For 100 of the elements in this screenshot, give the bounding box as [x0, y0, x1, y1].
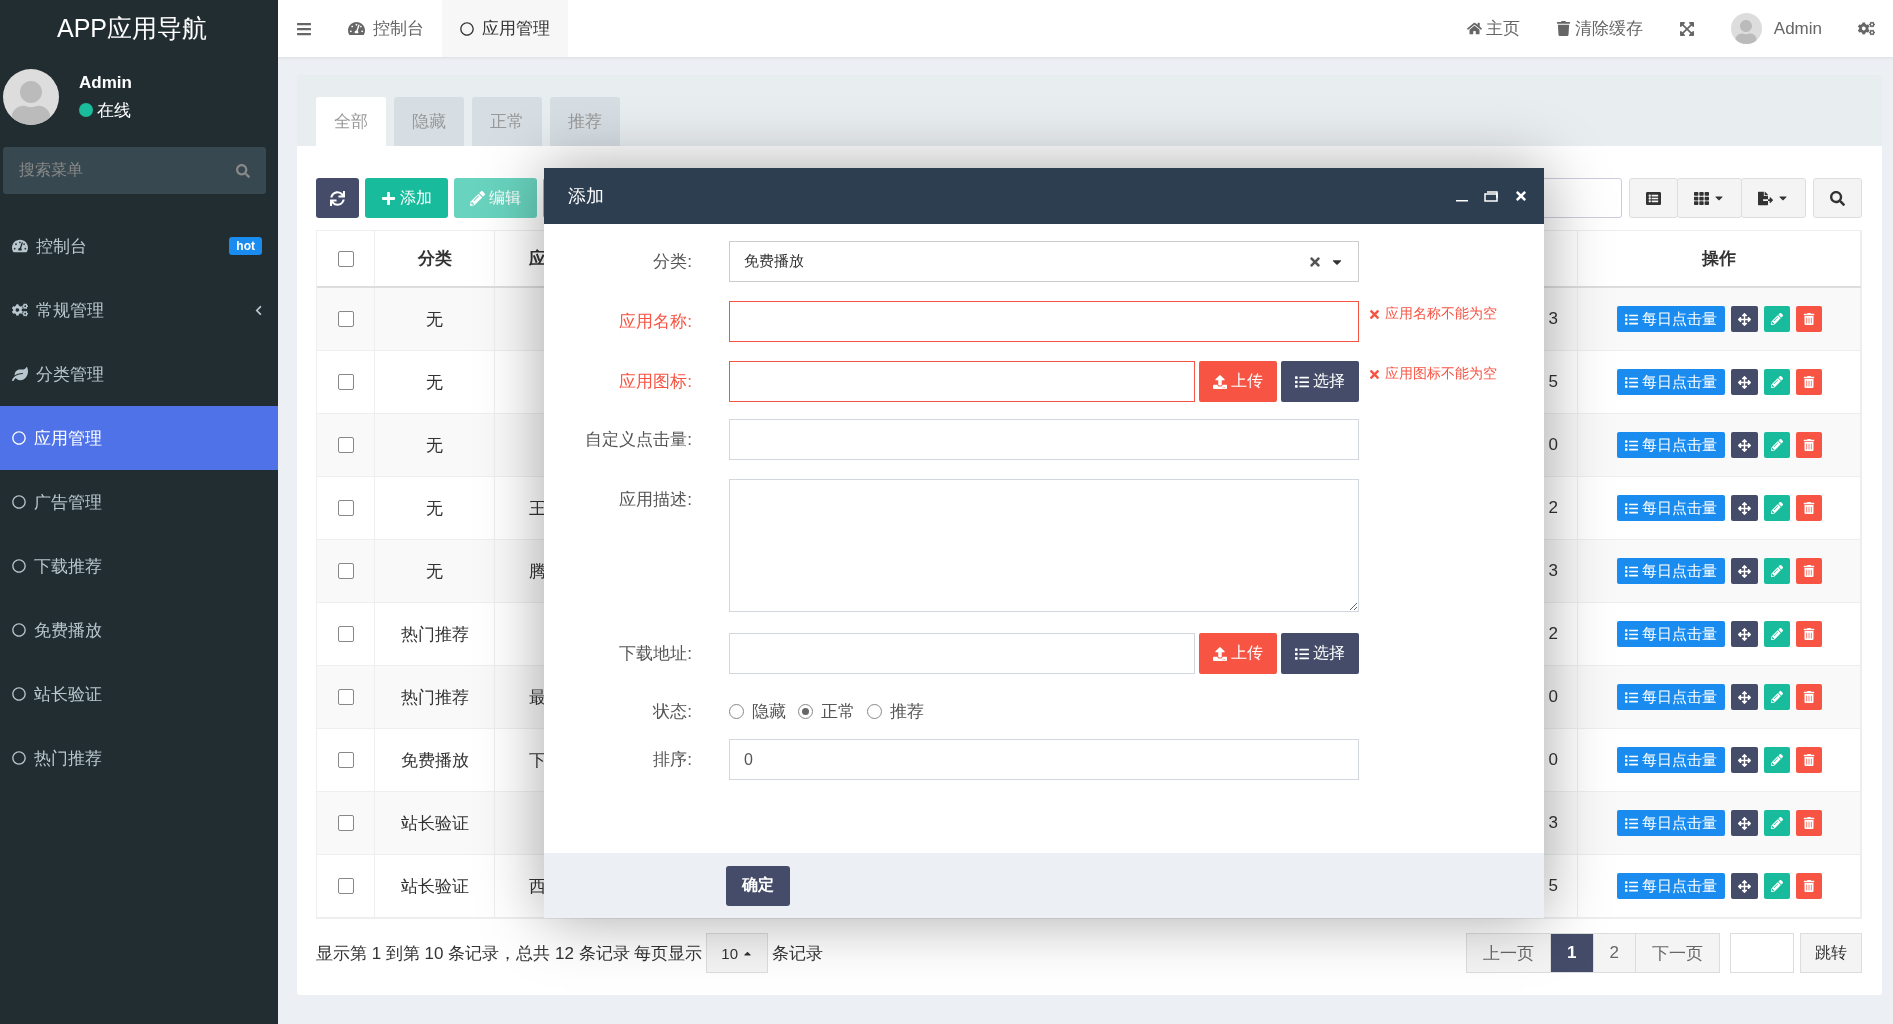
confirm-button[interactable]: 确定 — [726, 865, 790, 906]
nav-link[interactable]: 主页 — [1448, 0, 1538, 57]
checkbox[interactable] — [337, 626, 354, 642]
refresh-button[interactable] — [316, 178, 359, 218]
upload-button[interactable]: 上传 — [1199, 633, 1277, 674]
daily-clicks-button[interactable]: 每日点击量 — [1616, 558, 1725, 584]
sidebar-item[interactable]: 控制台 hot — [0, 214, 278, 278]
delete-button[interactable] — [1795, 873, 1822, 899]
radio-option[interactable]: 推荐 — [867, 700, 924, 723]
input-field[interactable] — [729, 301, 1359, 342]
move-button[interactable] — [1730, 621, 1758, 647]
daily-clicks-button[interactable]: 每日点击量 — [1616, 684, 1725, 710]
edit-button[interactable] — [1763, 810, 1790, 836]
move-button[interactable] — [1730, 369, 1758, 395]
edit-button[interactable] — [1763, 306, 1790, 332]
edit-button[interactable] — [1763, 873, 1790, 899]
daily-clicks-button[interactable]: 每日点击量 — [1616, 747, 1725, 773]
move-button[interactable] — [1730, 810, 1758, 836]
input-field[interactable] — [729, 361, 1195, 402]
checkbox[interactable] — [337, 878, 354, 894]
nav-link[interactable]: 清除缓存 — [1537, 0, 1661, 57]
menu-icon[interactable] — [296, 20, 312, 37]
delete-button[interactable] — [1795, 747, 1822, 773]
sidebar-item[interactable]: 热门推荐 — [0, 726, 278, 790]
daily-clicks-button[interactable]: 每日点击量 — [1616, 432, 1725, 458]
checkbox[interactable] — [337, 689, 354, 705]
sidebar-item[interactable]: 广告管理 — [0, 470, 278, 534]
checkbox[interactable] — [337, 437, 354, 453]
checkbox[interactable] — [337, 500, 354, 516]
input-field[interactable]: 0 — [729, 739, 1359, 780]
delete-button[interactable] — [1795, 558, 1822, 584]
daily-clicks-button[interactable]: 每日点击量 — [1616, 306, 1725, 332]
choose-button[interactable]: 选择 — [1281, 361, 1359, 402]
checkbox[interactable] — [337, 250, 354, 267]
checkbox[interactable] — [337, 374, 354, 390]
columns-button[interactable] — [1677, 178, 1742, 218]
move-button[interactable] — [1730, 873, 1758, 899]
edit-button[interactable] — [1763, 369, 1790, 395]
daily-clicks-button[interactable]: 每日点击量 — [1616, 369, 1725, 395]
page-button[interactable]: 下一页 — [1635, 933, 1720, 973]
upload-button[interactable]: 上传 — [1199, 361, 1277, 402]
daily-clicks-button[interactable]: 每日点击量 — [1616, 495, 1725, 521]
close-icon[interactable] — [1514, 189, 1528, 203]
page-button[interactable]: 上一页 — [1466, 933, 1552, 973]
page-size-dropdown[interactable]: 10 — [706, 933, 769, 973]
toggle-view-button[interactable] — [1629, 178, 1678, 218]
edit-button[interactable] — [1763, 558, 1790, 584]
edit-button[interactable] — [1763, 495, 1790, 521]
move-button[interactable] — [1730, 558, 1758, 584]
sidebar-item[interactable]: 常规管理 — [0, 278, 278, 342]
edit-button[interactable] — [1763, 684, 1790, 710]
sidebar-item[interactable]: 应用管理 — [0, 406, 278, 470]
daily-clicks-button[interactable]: 每日点击量 — [1616, 621, 1725, 647]
page-button[interactable]: 2 — [1592, 933, 1636, 973]
page-input[interactable] — [1730, 933, 1794, 973]
search-button[interactable] — [1813, 178, 1862, 218]
delete-button[interactable] — [1795, 369, 1822, 395]
move-button[interactable] — [1730, 747, 1758, 773]
delete-button[interactable] — [1795, 495, 1822, 521]
choose-button[interactable]: 选择 — [1281, 633, 1359, 674]
delete-button[interactable] — [1795, 684, 1822, 710]
jump-button[interactable]: 跳转 — [1800, 933, 1862, 973]
daily-clicks-button[interactable]: 每日点击量 — [1616, 810, 1725, 836]
user-menu[interactable]: Admin — [1712, 0, 1840, 57]
move-button[interactable] — [1730, 306, 1758, 332]
page-button[interactable]: 1 — [1550, 933, 1594, 973]
edit-button[interactable] — [1763, 432, 1790, 458]
fullscreen-icon[interactable] — [1678, 20, 1695, 37]
checkbox[interactable] — [337, 311, 354, 327]
move-button[interactable] — [1730, 495, 1758, 521]
radio-button[interactable] — [867, 704, 882, 719]
clear-icon[interactable] — [1308, 254, 1322, 269]
delete-button[interactable] — [1795, 432, 1822, 458]
move-button[interactable] — [1730, 684, 1758, 710]
nav-tab[interactable]: 应用管理 — [442, 0, 568, 57]
description-field[interactable] — [729, 479, 1359, 612]
checkbox[interactable] — [337, 752, 354, 768]
sidebar-item[interactable]: 分类管理 — [0, 342, 278, 406]
filter-tab[interactable]: 全部 — [316, 97, 386, 146]
radio-button[interactable] — [798, 704, 813, 719]
radio-option[interactable]: 隐藏 — [729, 700, 786, 723]
edit-button[interactable] — [1763, 621, 1790, 647]
daily-clicks-button[interactable]: 每日点击量 — [1616, 873, 1725, 899]
checkbox[interactable] — [337, 815, 354, 831]
export-button[interactable] — [1741, 178, 1806, 218]
delete-button[interactable] — [1795, 621, 1822, 647]
settings-icon[interactable] — [1858, 20, 1875, 37]
checkbox[interactable] — [337, 563, 354, 579]
sidebar-item[interactable]: 下载推荐 — [0, 534, 278, 598]
delete-button[interactable] — [1795, 810, 1822, 836]
radio-option[interactable]: 正常 — [798, 700, 855, 723]
move-button[interactable] — [1730, 432, 1758, 458]
delete-button[interactable] — [1795, 306, 1822, 332]
sidebar-item[interactable]: 免费播放 — [0, 598, 278, 662]
nav-tab[interactable]: 控制台 — [330, 0, 442, 57]
sidebar-item[interactable]: 站长验证 — [0, 662, 278, 726]
maximize-icon[interactable] — [1484, 190, 1498, 202]
radio-button[interactable] — [729, 704, 744, 719]
edit-button[interactable] — [1763, 747, 1790, 773]
category-select[interactable]: 免费播放 — [729, 241, 1359, 282]
